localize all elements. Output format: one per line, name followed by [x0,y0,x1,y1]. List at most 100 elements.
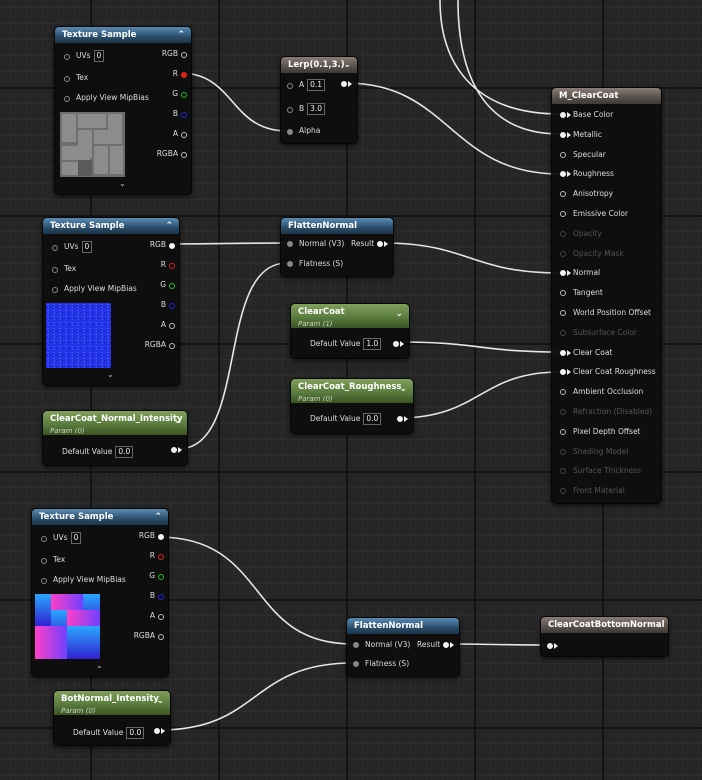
value-output-pin[interactable] [397,416,403,422]
r-output-pin[interactable] [158,554,164,560]
clear-coat-roughness-input-pin[interactable] [560,369,566,376]
tex-input-pin[interactable] [64,76,70,82]
mip-input-pin[interactable] [52,287,58,293]
ambient-occlusion-input-pin[interactable] [560,389,566,396]
rgba-output-pin[interactable] [169,343,175,349]
texture-sample-node-2[interactable]: Texture Sample ⌃ UVs 0 Tex Apply View MipB… [42,217,180,386]
value-output-pin[interactable] [171,447,177,453]
normal-input-pin[interactable] [287,241,293,247]
a-output-pin[interactable] [158,614,164,620]
clearcoat-bottom-normal-node[interactable]: ClearCoatBottomNormal ⌄ [540,616,669,657]
node-header[interactable]: Texture Sample ⌃ [43,218,179,234]
node-header[interactable]: Lerp(0.1,3.) ⌄ [281,57,357,73]
specular-input-pin[interactable] [560,151,566,158]
uvs-input-pin[interactable] [41,536,47,542]
world-position-offset-input-pin[interactable] [560,310,566,316]
bottom-normal-input-pin[interactable] [547,643,553,649]
node-header[interactable]: Texture Sample ⌃ [55,27,191,43]
a-output-pin[interactable] [181,132,187,138]
b-output-pin[interactable] [181,112,187,118]
collapse-chevron-icon[interactable]: ⌄ [399,383,407,396]
emissive-color-input-pin[interactable] [560,211,566,217]
node-header[interactable]: BotNormal_Intensity Param (0) ⌄ [54,691,170,715]
texture-sample-node-1[interactable]: Texture Sample ⌃ UVs 0 Tex Apply View MipB… [54,26,192,195]
uvs-value-field[interactable]: 0 [70,532,82,544]
clear-coat-input-pin[interactable] [560,349,566,356]
collapse-chevron-icon[interactable]: ⌄ [654,617,662,633]
alpha-input-pin[interactable] [287,129,293,135]
node-header[interactable]: FlattenNormal [281,218,393,234]
metallic-input-pin[interactable] [560,131,566,138]
collapse-chevron-icon[interactable]: ⌃ [165,218,173,234]
collapse-chevron-icon[interactable]: ⌃ [177,27,185,43]
default-value-field[interactable]: 0.0 [363,413,382,425]
lerp-output-pin[interactable] [341,81,347,87]
value-output-pin[interactable] [154,728,160,734]
anisotropy-input-pin[interactable] [560,191,566,198]
collapse-chevron-icon[interactable]: ⌃ [154,509,162,525]
rgba-output-pin[interactable] [181,152,187,158]
b-output-pin[interactable] [158,594,164,600]
lerp-node[interactable]: Lerp(0.1,3.) ⌄ A 0.1 B 3.0 Alpha [280,56,358,144]
flatten-normal-node-1[interactable]: FlattenNormal Normal (V3) Result Flatnes… [280,217,394,277]
tex-input-pin[interactable] [41,558,47,564]
collapse-chevron-icon[interactable]: ⌄ [173,415,181,428]
a-value-field[interactable]: 0.1 [307,79,326,91]
expand-chevron-icon[interactable]: ⌄ [96,661,103,670]
base-color-input-pin[interactable] [560,112,566,118]
value-output-pin[interactable] [393,341,399,347]
r-output-pin[interactable] [169,263,175,269]
clearcoat-param-node[interactable]: ClearCoat Param (1) ⌄ Default Value 1.0 [290,303,410,359]
node-header[interactable]: ClearCoat_Normal_Intensity Param (0) ⌄ [43,411,187,435]
node-header[interactable]: ClearCoat Param (1) ⌄ [291,304,409,328]
clearcoat-normal-intensity-param-node[interactable]: ClearCoat_Normal_Intensity Param (0) ⌄ Def… [42,410,188,466]
b-value-field[interactable]: 3.0 [307,103,326,115]
result-output-pin[interactable] [377,241,383,247]
mip-input-pin[interactable] [41,578,47,584]
mip-input-pin[interactable] [64,96,70,102]
roughness-input-pin[interactable] [560,171,566,178]
uvs-value-field[interactable]: 0 [81,241,93,253]
node-header[interactable]: ClearCoat_Roughness Param (0) ⌄ [291,379,413,403]
texture-sample-node-3[interactable]: Texture Sample ⌃ UVs 0 Tex Apply View MipB… [31,508,169,677]
collapse-chevron-icon[interactable]: ⌄ [395,308,403,321]
node-header[interactable]: M_ClearCoat [552,88,661,104]
botnormal-intensity-param-node[interactable]: BotNormal_Intensity Param (0) ⌄ Default Va… [53,690,171,746]
rgb-output-pin[interactable] [181,52,187,58]
expand-chevron-icon[interactable]: ⌄ [107,370,114,379]
tex-input-pin[interactable] [52,267,58,273]
b-input-pin[interactable] [287,107,293,113]
material-output-node[interactable]: M_ClearCoat Base Color Metallic Specular Ro… [551,87,662,504]
b-output-pin[interactable] [169,303,175,309]
a-output-pin[interactable] [169,323,175,329]
clearcoat-roughness-param-node[interactable]: ClearCoat_Roughness Param (0) ⌄ Default Va… [290,378,414,434]
flatness-input-pin[interactable] [287,261,293,267]
flatness-input-pin[interactable] [353,661,359,667]
rgb-output-pin[interactable] [169,243,175,249]
node-header[interactable]: ClearCoatBottomNormal ⌄ [541,617,668,633]
expand-chevron-icon[interactable]: ⌄ [119,179,126,188]
g-output-pin[interactable] [181,92,187,98]
rgb-output-pin[interactable] [158,534,164,540]
node-header[interactable]: FlattenNormal [347,618,459,634]
node-header[interactable]: Texture Sample ⌃ [32,509,168,525]
g-output-pin[interactable] [158,574,164,580]
default-value-field[interactable]: 1.0 [363,338,382,350]
g-output-pin[interactable] [169,283,175,289]
tangent-input-pin[interactable] [560,290,566,297]
pixel-depth-offset-input-pin[interactable] [560,428,566,435]
collapse-chevron-icon[interactable]: ⌄ [156,695,164,708]
default-value-field[interactable]: 0.0 [115,446,134,458]
result-output-pin[interactable] [443,642,449,648]
a-input-pin[interactable] [287,83,293,89]
uvs-value-field[interactable]: 0 [93,50,105,62]
r-output-pin[interactable] [181,72,187,78]
normal-input-pin[interactable] [560,270,566,277]
rgba-output-pin[interactable] [158,634,164,640]
uvs-input-pin[interactable] [52,245,58,251]
uvs-input-pin[interactable] [64,54,70,60]
collapse-chevron-icon[interactable]: ⌄ [343,57,351,73]
default-value-field[interactable]: 0.0 [126,727,145,739]
normal-input-pin[interactable] [353,642,359,648]
flatten-normal-node-2[interactable]: FlattenNormal Normal (V3) Result Flatnes… [346,617,460,677]
